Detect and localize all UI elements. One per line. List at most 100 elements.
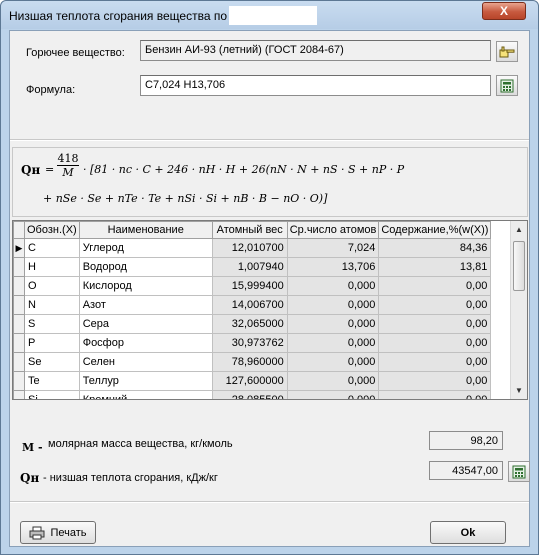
cell-weight[interactable]: 28,085500: [211, 390, 288, 399]
cell-content[interactable]: 0,00: [378, 371, 492, 391]
cell-weight[interactable]: 127,600000: [211, 371, 288, 391]
column-header[interactable]: Ср.число атомов: [286, 221, 380, 239]
row-indicator: [13, 314, 25, 334]
column-header[interactable]: Содержание,%(w(X)): [378, 221, 492, 239]
cell-atoms[interactable]: 0,000: [286, 371, 380, 391]
cell-name[interactable]: Водород: [78, 257, 213, 277]
cell-name[interactable]: Углерод: [78, 238, 213, 258]
cell-atoms[interactable]: 0,000: [286, 333, 380, 353]
table-row[interactable]: Te Теллур 127,600000 0,000 0,00: [13, 371, 492, 391]
formula-field[interactable]: C7,024 H13,706: [140, 75, 491, 96]
row-indicator: [13, 390, 25, 399]
scrollbar-thumb[interactable]: [513, 241, 525, 291]
cell-content[interactable]: 13,81: [378, 257, 492, 277]
cell-symbol[interactable]: Si: [24, 390, 80, 399]
cell-name[interactable]: Кислород: [78, 276, 213, 296]
cell-content[interactable]: 0,00: [378, 314, 492, 334]
ok-button-label: Ok: [460, 526, 476, 539]
cell-symbol[interactable]: O: [24, 276, 80, 296]
table-row[interactable]: P Фосфор 30,973762 0,000 0,00: [13, 333, 492, 353]
cell-symbol[interactable]: S: [24, 314, 80, 334]
cell-symbol[interactable]: P: [24, 333, 80, 353]
equation-symbol: Qн: [21, 163, 41, 177]
cell-name[interactable]: Кремний: [78, 390, 213, 399]
cell-weight[interactable]: 78,960000: [211, 352, 288, 372]
formula-calc-button[interactable]: [496, 75, 518, 96]
table-row[interactable]: ▶ C Углерод 12,010700 7,024 84,36: [13, 238, 492, 258]
cell-atoms[interactable]: 7,024: [286, 238, 380, 258]
close-icon: X: [499, 4, 508, 18]
cell-atoms[interactable]: 0,000: [286, 314, 380, 334]
cell-name[interactable]: Азот: [78, 295, 213, 315]
cell-weight[interactable]: 12,010700: [211, 238, 288, 258]
cell-name[interactable]: Фосфор: [78, 333, 213, 353]
cell-content[interactable]: 0,00: [378, 333, 492, 353]
table-row[interactable]: Se Селен 78,960000 0,000 0,00: [13, 352, 492, 372]
table-row[interactable]: N Азот 14,006700 0,000 0,00: [13, 295, 492, 315]
column-header[interactable]: Обозн.(X): [24, 221, 80, 239]
equation-line-2: + nSe · Se + nTe · Te + nSi · Si + nB · …: [43, 192, 328, 205]
heat-calc-button[interactable]: [508, 461, 530, 482]
close-button[interactable]: X: [482, 2, 526, 20]
table-row[interactable]: Si Кремний 28,085500 0,000 0,00: [13, 390, 492, 399]
cell-content[interactable]: 0,00: [378, 295, 492, 315]
cell-atoms[interactable]: 0,000: [286, 352, 380, 372]
cell-name[interactable]: Теллур: [78, 371, 213, 391]
cell-atoms[interactable]: 0,000: [286, 276, 380, 296]
table-row[interactable]: O Кислород 15,999400 0,000 0,00: [13, 276, 492, 296]
title-redacted-field: [229, 6, 317, 25]
cell-symbol[interactable]: N: [24, 295, 80, 315]
formula-label: Формула:: [26, 84, 76, 96]
title-bar[interactable]: Низшая теплота сгорания вещества по X: [1, 1, 538, 29]
table-header-row: Обозн.(X) Наименование Атомный вес Ср.чи…: [13, 221, 492, 239]
table-row[interactable]: S Сера 32,065000 0,000 0,00: [13, 314, 492, 334]
row-indicator: [13, 257, 25, 277]
cell-atoms[interactable]: 0,000: [286, 390, 380, 399]
cell-symbol[interactable]: Te: [24, 371, 80, 391]
cell-name[interactable]: Селен: [78, 352, 213, 372]
dialog-window: Низшая теплота сгорания вещества по X Го…: [0, 0, 539, 555]
cell-symbol[interactable]: C: [24, 238, 80, 258]
equation-numerator: 418: [57, 152, 79, 166]
scroll-down-arrow-icon[interactable]: ▼: [511, 382, 527, 399]
cell-weight[interactable]: 32,065000: [211, 314, 288, 334]
cell-content[interactable]: 0,00: [378, 390, 492, 399]
row-pointer-icon: ▶: [15, 243, 23, 253]
printer-icon: [29, 526, 45, 539]
column-header[interactable]: Атомный вес: [211, 221, 288, 239]
molar-mass-value: 98,20: [429, 431, 503, 450]
cell-content[interactable]: 84,36: [378, 238, 492, 258]
table-vertical-scrollbar[interactable]: ▲ ▼: [510, 221, 527, 399]
elements-grid: Обозн.(X) Наименование Атомный вес Ср.чи…: [13, 221, 492, 399]
column-header[interactable]: Наименование: [78, 221, 213, 239]
cell-content[interactable]: 0,00: [378, 352, 492, 372]
molar-mass-label: молярная масса вещества, кг/кмоль: [48, 438, 233, 450]
print-button-label: Печать: [50, 526, 87, 539]
cell-weight[interactable]: 15,999400: [211, 276, 288, 296]
cell-content[interactable]: 0,00: [378, 276, 492, 296]
heat-value: 43547,00: [429, 461, 503, 480]
row-indicator: [13, 276, 25, 296]
row-indicator: [13, 352, 25, 372]
calculator-icon: [500, 79, 514, 92]
cell-symbol[interactable]: H: [24, 257, 80, 277]
equation-fraction: 418 M: [57, 152, 79, 179]
cell-weight[interactable]: 30,973762: [211, 333, 288, 353]
equation-denominator: M: [62, 166, 74, 179]
table-row[interactable]: H Водород 1,007940 13,706 13,81: [13, 257, 492, 277]
cell-name[interactable]: Сера: [78, 314, 213, 334]
fuel-picker-button[interactable]: [496, 41, 518, 62]
ok-button[interactable]: Ok: [430, 521, 506, 544]
cell-weight[interactable]: 1,007940: [211, 257, 288, 277]
scroll-up-arrow-icon[interactable]: ▲: [511, 221, 527, 238]
separator: [10, 501, 529, 503]
cell-atoms[interactable]: 0,000: [286, 295, 380, 315]
equation-line-1: · [81 · nc · C + 246 · nH · H + 26(nN · …: [83, 163, 405, 176]
elements-table[interactable]: Обозн.(X) Наименование Атомный вес Ср.чи…: [12, 220, 528, 400]
cell-symbol[interactable]: Se: [24, 352, 80, 372]
fuel-field[interactable]: Бензин АИ-93 (летний) (ГОСТ 2084-67): [140, 40, 491, 61]
row-indicator: [13, 371, 25, 391]
cell-weight[interactable]: 14,006700: [211, 295, 288, 315]
cell-atoms[interactable]: 13,706: [286, 257, 380, 277]
print-button[interactable]: Печать: [20, 521, 96, 544]
